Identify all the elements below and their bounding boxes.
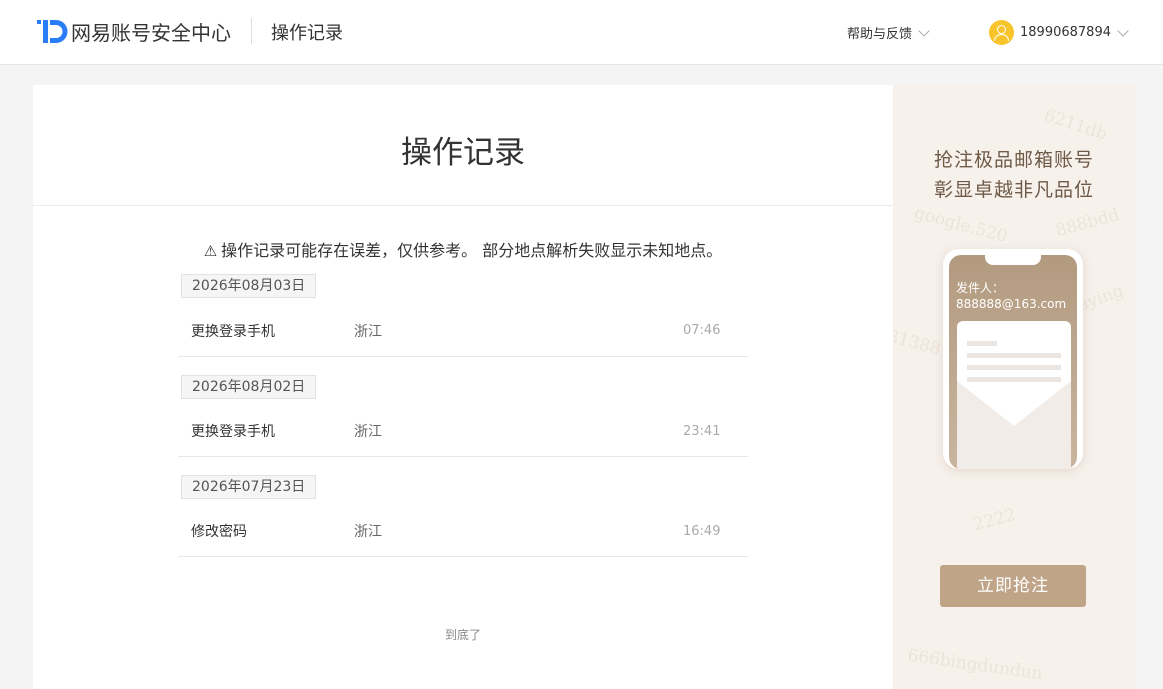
record-time: 23:41: [683, 424, 721, 439]
sender-email: 888888@163.com: [956, 297, 1067, 311]
record-divider: [178, 356, 748, 357]
ad-headline-line1: 抢注极品邮箱账号: [933, 149, 1094, 171]
user-avatar-icon: [989, 20, 1014, 45]
netease-id-logo-icon: [37, 18, 68, 45]
help-feedback-menu[interactable]: 帮助与反馈: [847, 23, 930, 42]
phone-illustration: 发件人： 888888@163.com: [943, 249, 1083, 469]
record-location: 浙江: [354, 324, 382, 340]
header-divider: [251, 18, 252, 44]
user-account-menu[interactable]: 18990687894: [989, 20, 1129, 45]
record-time: 16:49: [683, 524, 721, 539]
title-divider: [33, 205, 893, 206]
envelope-icon: [957, 321, 1071, 469]
record-divider: [178, 456, 748, 457]
operation-records-card: 操作记录 ⚠ 操作记录可能存在误差，仅供参考。 部分地点解析失败显示未知地点。 2…: [33, 85, 893, 689]
phone-notch: [985, 255, 1041, 265]
brand-logo[interactable]: 网易账号安全中心: [37, 17, 231, 46]
ad-watermark: 666bingdundun: [906, 645, 1044, 685]
record-action: 更换登录手机: [191, 424, 275, 440]
ad-headline-line2: 彰显卓越非凡品位: [933, 179, 1094, 201]
chevron-down-icon: [1117, 24, 1129, 37]
ad-watermark: 31388: [893, 326, 943, 360]
record-date-tag: 2026年08月02日: [181, 375, 317, 399]
list-end-text: 到底了: [444, 628, 481, 642]
ad-headline: 抢注极品邮箱账号 彰显卓越非凡品位: [893, 145, 1135, 205]
help-feedback-label: 帮助与反馈: [847, 27, 913, 42]
record-date-tag: 2026年07月23日: [181, 475, 317, 499]
warning-icon: ⚠: [203, 242, 218, 260]
top-header: 网易账号安全中心 操作记录 帮助与反馈 18990687894: [0, 0, 1163, 65]
record-divider: [178, 556, 748, 557]
record-date-tag: 2026年08月03日: [181, 274, 317, 298]
page-title: 操作记录: [401, 135, 525, 171]
ad-watermark: 888bdd: [1053, 204, 1122, 242]
record-location: 浙江: [354, 424, 382, 440]
record-time: 07:46: [683, 323, 721, 338]
records-notice: ⚠ 操作记录可能存在误差，仅供参考。 部分地点解析失败显示未知地点。: [33, 237, 893, 261]
email-ad-banner[interactable]: 6211db 888bdd google.520 31388 2222 666b…: [893, 85, 1135, 689]
sender-label: 发件人：: [956, 281, 1005, 295]
record-action: 修改密码: [191, 524, 247, 540]
record-location: 浙江: [354, 524, 382, 540]
ad-watermark: google.520: [912, 202, 1010, 248]
record-action: 更换登录手机: [191, 324, 275, 340]
chevron-down-icon: [918, 24, 930, 37]
ad-watermark: 6211db: [1041, 105, 1110, 145]
notice-text: 操作记录可能存在误差，仅供参考。 部分地点解析失败显示未知地点。: [221, 241, 723, 260]
register-now-button[interactable]: 立即抢注: [940, 565, 1086, 607]
user-phone: 18990687894: [1020, 25, 1111, 40]
header-page-name: 操作记录: [271, 23, 343, 44]
ad-watermark: 2222: [971, 504, 1019, 536]
phone-screen: 发件人： 888888@163.com: [949, 255, 1077, 469]
brand-name: 网易账号安全中心: [71, 21, 231, 45]
